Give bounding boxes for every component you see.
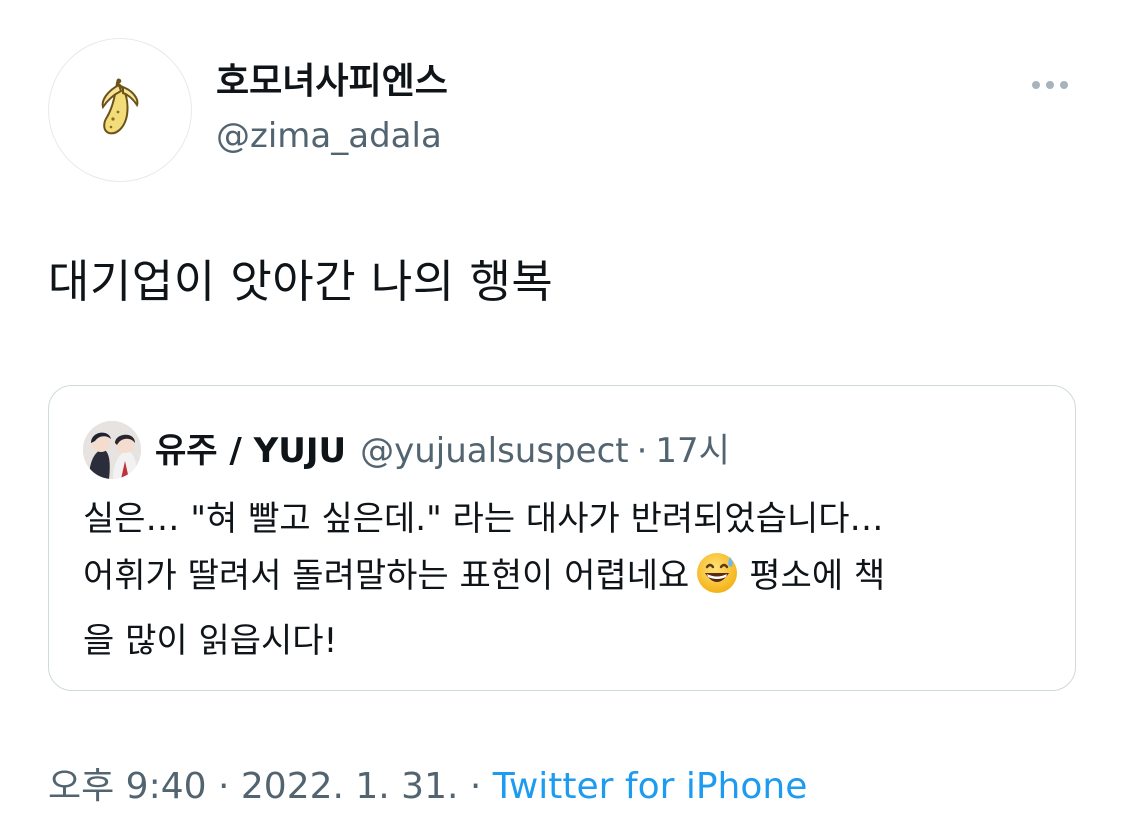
more-horizontal-icon-dot (1060, 81, 1068, 89)
separator-dot: · (636, 431, 648, 471)
banana-icon (95, 77, 145, 143)
tweet-date[interactable]: 2022. 1. 31. (241, 766, 459, 807)
tweet-metadata: 오후 9:40 · 2022. 1. 31. · Twitter for iPh… (48, 762, 807, 812)
quoted-author-handle[interactable]: @yujualsuspect (360, 428, 628, 474)
quoted-tweet-header: 유주 / YUJU @yujualsuspect · 17시 (155, 428, 730, 474)
tweet-time[interactable]: 오후 9:40 (48, 766, 207, 807)
tweet-source-link[interactable]: Twitter for iPhone (493, 766, 808, 807)
quoted-text-line: 어휘가 딸려서 돌려말하는 표현이 어렵네요 평소에 책 (83, 548, 1043, 613)
tweet-text: 대기업이 앗아간 나의 행복 (48, 255, 554, 308)
quoted-text-line: 실은… "혀 빨고 싶은데." 라는 대사가 반려되었습니다… (83, 499, 884, 539)
quoted-text-segment: 어휘가 딸려서 돌려말하는 표현이 어렵네요 (83, 556, 690, 596)
author-display-name[interactable]: 호모녀사피엔스 (216, 58, 448, 106)
illustrated-couple-icon (83, 421, 141, 479)
quoted-tweet-text: 실은… "혀 빨고 싶은데." 라는 대사가 반려되었습니다… 어휘가 딸려서 … (83, 491, 1043, 670)
quoted-author-name[interactable]: 유주 / YUJU (155, 428, 346, 474)
quoted-tweet-card[interactable]: 유주 / YUJU @yujualsuspect · 17시 실은… "혀 빨고… (48, 385, 1076, 691)
quoted-text-line: 을 많이 읽읍시다! (83, 621, 338, 661)
quoted-tweet-time[interactable]: 17시 (655, 428, 730, 474)
author-handle[interactable]: @zima_adala (216, 112, 442, 160)
more-options-button[interactable] (1022, 68, 1078, 102)
quoted-text-segment: 평소에 책 (749, 556, 886, 596)
quoted-author-avatar[interactable] (83, 421, 141, 479)
separator-dot: · (217, 766, 230, 807)
separator-dot: · (469, 766, 482, 807)
more-horizontal-icon (1032, 81, 1040, 89)
grinning-face-with-sweat-icon (695, 551, 739, 613)
author-avatar[interactable] (48, 38, 192, 182)
more-horizontal-icon-dot (1046, 81, 1054, 89)
